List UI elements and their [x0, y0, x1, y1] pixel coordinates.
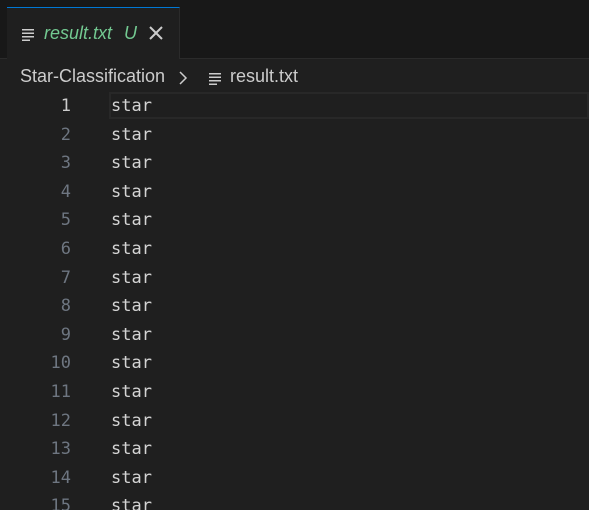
line-text[interactable]: star	[111, 292, 152, 320]
editor-line[interactable]: 10 star	[0, 349, 589, 378]
line-number: 6	[60, 239, 71, 259]
editor[interactable]: 1 star 2 star 3 star 4 star 5 star 6 sta…	[0, 92, 589, 510]
editor-line[interactable]: 4 star	[0, 178, 589, 207]
editor-line[interactable]: 1 star	[0, 92, 589, 121]
line-number: 8	[60, 296, 71, 317]
line-number: 11	[50, 382, 71, 402]
tab-filename: result.txt	[44, 23, 113, 43]
line-text[interactable]: star	[111, 264, 152, 292]
tab-result-txt[interactable]: result.txt U	[7, 7, 180, 59]
chevron-right-icon	[178, 70, 188, 85]
line-text[interactable]: star	[111, 349, 152, 377]
editor-line[interactable]: 9 star	[0, 321, 589, 350]
line-text[interactable]: star	[111, 235, 152, 263]
line-number: 4	[60, 181, 71, 202]
editor-line[interactable]: 7 star	[0, 264, 589, 293]
line-text[interactable]: star	[111, 407, 152, 435]
line-text[interactable]: star	[111, 178, 152, 206]
line-number: 15	[50, 496, 71, 510]
line-text[interactable]: star	[111, 206, 152, 234]
line-text[interactable]: star	[111, 464, 152, 492]
line-text[interactable]: star	[111, 492, 152, 510]
editor-line[interactable]: 5 star	[0, 206, 589, 235]
editor-line[interactable]: 15 star	[0, 492, 589, 510]
editor-line[interactable]: 3 star	[0, 149, 589, 178]
line-number: 7	[60, 267, 71, 288]
editor-line[interactable]: 6 star	[0, 235, 589, 264]
editor-line[interactable]: 12 star	[0, 407, 589, 436]
line-text[interactable]: star	[111, 435, 152, 463]
close-icon[interactable]	[148, 25, 164, 41]
line-number: 10	[50, 353, 71, 374]
editor-line[interactable]: 13 star	[0, 435, 589, 464]
editor-line[interactable]: 11 star	[0, 378, 589, 407]
lines-icon	[208, 70, 222, 85]
editor-line[interactable]: 8 star	[0, 292, 589, 321]
line-number: 3	[60, 153, 71, 174]
line-number: 12	[50, 410, 71, 431]
line-text[interactable]: star	[111, 378, 152, 406]
editor-line[interactable]: 14 star	[0, 464, 589, 493]
breadcrumb: Star-Classification result.txt	[0, 59, 589, 92]
line-number: 13	[50, 439, 71, 460]
lines-icon	[21, 26, 35, 41]
tab-bar: result.txt U	[0, 7, 589, 59]
editor-line[interactable]: 2 star	[0, 121, 589, 150]
line-number: 2	[60, 124, 71, 145]
line-text[interactable]: star	[111, 149, 152, 177]
git-status-badge: U	[124, 23, 137, 43]
title-bar	[0, 0, 589, 7]
line-text[interactable]: star	[111, 321, 152, 349]
line-number: 5	[60, 210, 71, 231]
breadcrumb-folder[interactable]: Star-Classification	[20, 65, 165, 87]
line-number: 1	[60, 96, 71, 116]
line-number: 9	[60, 324, 71, 345]
line-number: 14	[50, 467, 71, 488]
line-text[interactable]: star	[111, 121, 152, 149]
line-text[interactable]: star	[111, 92, 152, 120]
breadcrumb-file[interactable]: result.txt	[230, 65, 298, 87]
